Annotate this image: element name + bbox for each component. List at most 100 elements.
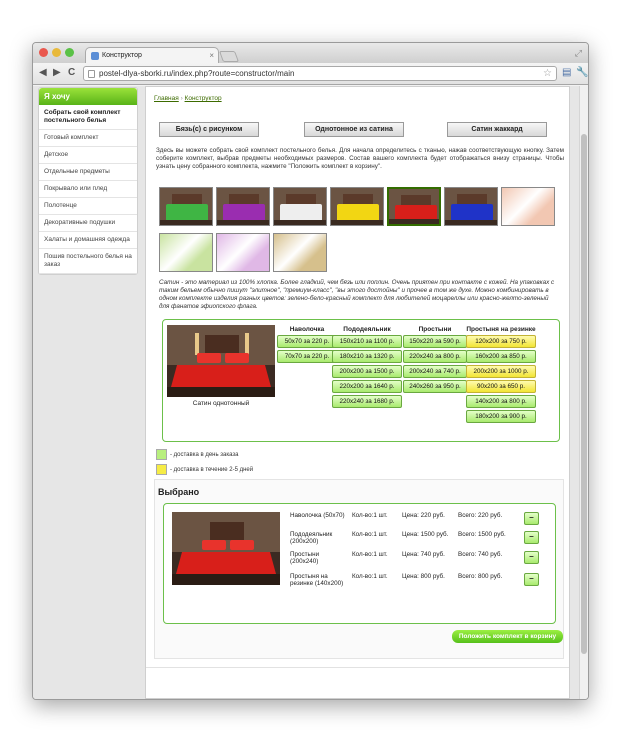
sidebar: Я хочу Собрать свой комплект постельного…	[38, 87, 138, 275]
selected-name: Наволочка (50x70)	[290, 512, 345, 519]
option-column: Пододеяльник 150x210 за 1100 р. 180x210 за…	[332, 326, 402, 410]
size-option-button[interactable]: 120x200 за 750 р.	[466, 335, 536, 348]
size-option-button[interactable]: 220x240 за 800 р.	[403, 350, 467, 363]
size-option-button[interactable]: 150x210 за 1100 р.	[332, 335, 402, 348]
option-column: Простыни 150x220 за 590 р. 220x240 за 800 …	[403, 326, 467, 395]
sidebar-item[interactable]: Халаты и домашняя одежда	[39, 232, 137, 249]
favicon-icon	[91, 52, 99, 60]
selected-row: Наволочка (50x70) Кол-во:1 шт. Цена: 220 р…	[290, 512, 550, 528]
browser-tab[interactable]: Конструктор ×	[85, 47, 219, 63]
back-icon[interactable]: ◀	[39, 67, 47, 79]
fabric-button-jacquard[interactable]: Сатин жаккард	[447, 122, 547, 137]
page-viewport: Я хочу Собрать свой комплект постельного…	[33, 86, 588, 699]
bookmark-star-icon[interactable]: ☆	[543, 67, 552, 80]
reload-icon[interactable]: C	[68, 67, 75, 79]
selected-total: Всего: 800 руб.	[458, 573, 503, 580]
color-swatch[interactable]	[387, 187, 441, 226]
size-option-button[interactable]: 180x210 за 1320 р.	[332, 350, 402, 363]
size-option-button[interactable]: 50x70 за 220 р.	[277, 335, 337, 348]
sidebar-item[interactable]: Собрать свой комплект постельного белья	[39, 105, 137, 130]
size-option-button[interactable]: 140x200 за 800 р.	[466, 395, 536, 408]
color-swatch[interactable]	[501, 187, 555, 226]
browser-toolbar: ◀ ▶ C postel-dlya-sborki.ru/index.php?ro…	[33, 63, 588, 85]
page-icon	[88, 70, 95, 78]
legend-fast-text: - доставка в день заказа	[170, 452, 239, 459]
size-option-button[interactable]: 180x200 за 900 р.	[466, 410, 536, 423]
main-content: Главная › Конструктор Бязь(c) с рисунком…	[145, 86, 570, 699]
forward-icon[interactable]: ▶	[53, 67, 61, 79]
selected-qty: Кол-во:1 шт.	[352, 573, 388, 580]
sidebar-item[interactable]: Полотенце	[39, 198, 137, 215]
option-column-title: Пододеяльник	[343, 326, 391, 333]
size-option-button[interactable]: 150x220 за 590 р.	[403, 335, 467, 348]
sidebar-item[interactable]: Покрывало или плед	[39, 181, 137, 198]
color-swatch[interactable]	[273, 233, 327, 272]
fabric-description: Сатин - это материал из 100% хлопка. Бол…	[159, 279, 555, 310]
selected-row: Простыня на резинке (140x200) Кол-во:1 шт…	[290, 573, 550, 589]
color-swatch[interactable]	[216, 233, 270, 272]
selected-name: Пододеяльник (200x200)	[290, 531, 333, 545]
address-bar[interactable]: postel-dlya-sborki.ru/index.php?route=co…	[83, 66, 557, 81]
size-option-button[interactable]: 220x240 за 1680 р.	[332, 395, 402, 408]
option-column-title: Наволочка	[289, 326, 325, 333]
breadcrumb-home-link[interactable]: Главная	[154, 95, 179, 102]
sidebar-item[interactable]: Декоративные подушки	[39, 215, 137, 232]
intro-text: Здесь вы можете собрать свой комплект по…	[156, 147, 564, 170]
sidebar-item[interactable]: Отдельные предметы	[39, 164, 137, 181]
size-option-button[interactable]: 160x200 за 850 р.	[466, 350, 536, 363]
size-option-button[interactable]: 200x200 за 1000 р.	[466, 365, 536, 378]
color-swatch[interactable]	[273, 187, 327, 226]
remove-item-button[interactable]: –	[524, 573, 539, 586]
fullscreen-icon[interactable]: ⤢	[575, 48, 582, 59]
sidebar-menu: Собрать свой комплект постельного белья Г…	[39, 105, 137, 274]
window-controls	[39, 48, 74, 57]
selected-row: Простыни (200x240) Кол-во:1 шт. Цена: 740 …	[290, 551, 550, 567]
size-option-button[interactable]: 220x200 за 1640 р.	[332, 380, 402, 393]
remove-item-button[interactable]: –	[524, 531, 539, 544]
remove-item-button[interactable]: –	[524, 512, 539, 525]
fabric-button-satin[interactable]: Однотонное из сатина	[304, 122, 404, 137]
color-swatch[interactable]	[216, 187, 270, 226]
selected-name: Простыни (200x240)	[290, 551, 320, 565]
option-column: Простыня на резинке 120x200 за 750 р. 160x…	[466, 326, 536, 425]
sidebar-item[interactable]: Готовый комплект	[39, 130, 137, 147]
breadcrumb-separator: ›	[180, 95, 183, 102]
color-swatch[interactable]	[330, 187, 384, 226]
color-swatch[interactable]	[159, 187, 213, 226]
legend-slow-swatch	[156, 464, 167, 475]
selected-row: Пододеяльник (200x200) Кол-во:1 шт. Цена: …	[290, 531, 550, 547]
add-to-cart-button[interactable]: Положить комплект в корзину	[452, 630, 563, 643]
sidebar-item[interactable]: Пошив постельного белья на заказ	[39, 249, 137, 274]
size-option-button[interactable]: 70x70 за 220 р.	[277, 350, 337, 363]
selected-total: Всего: 220 руб.	[458, 512, 503, 519]
browser-window: Конструктор × ⤢ ◀ ▶ C postel-dlya-sborki…	[32, 42, 589, 700]
set-builder: Сатин однотонный Наволочка 50x70 за 220 р…	[162, 319, 560, 442]
scrollbar-thumb[interactable]	[581, 134, 587, 654]
title-bar: Конструктор × ⤢	[33, 43, 588, 63]
breadcrumb-current-link[interactable]: Конструктор	[185, 95, 222, 102]
tab-title: Конструктор	[102, 52, 142, 59]
remove-item-button[interactable]: –	[524, 551, 539, 564]
scrollbar[interactable]	[579, 86, 588, 699]
selected-name: Простыня на резинке (140x200)	[290, 573, 344, 587]
size-option-button[interactable]: 240x260 за 950 р.	[403, 380, 467, 393]
tab-close-icon[interactable]: ×	[209, 51, 214, 60]
selected-price: Цена: 220 руб.	[402, 512, 445, 519]
selected-items: Наволочка (50x70) Кол-во:1 шт. Цена: 220 р…	[163, 503, 556, 624]
selected-qty: Кол-во:1 шт.	[352, 512, 388, 519]
extension-icon[interactable]: ▤	[562, 67, 571, 78]
close-window-button[interactable]	[39, 48, 48, 57]
zoom-window-button[interactable]	[65, 48, 74, 57]
wrench-icon[interactable]: 🔧	[576, 67, 588, 78]
size-option-button[interactable]: 200x200 за 1500 р.	[332, 365, 402, 378]
size-option-button[interactable]: 90x200 за 650 р.	[466, 380, 536, 393]
sidebar-item[interactable]: Детское	[39, 147, 137, 164]
new-tab-button[interactable]	[218, 51, 240, 62]
size-option-button[interactable]: 200x240 за 740 р.	[403, 365, 467, 378]
color-swatch[interactable]	[159, 233, 213, 272]
color-swatch[interactable]	[444, 187, 498, 226]
option-column: Наволочка 50x70 за 220 р. 70x70 за 220 р.	[277, 326, 337, 365]
minimize-window-button[interactable]	[52, 48, 61, 57]
fabric-type-buttons: Бязь(c) с рисунком Однотонное из сатина …	[159, 122, 549, 137]
fabric-button-print[interactable]: Бязь(c) с рисунком	[159, 122, 259, 137]
